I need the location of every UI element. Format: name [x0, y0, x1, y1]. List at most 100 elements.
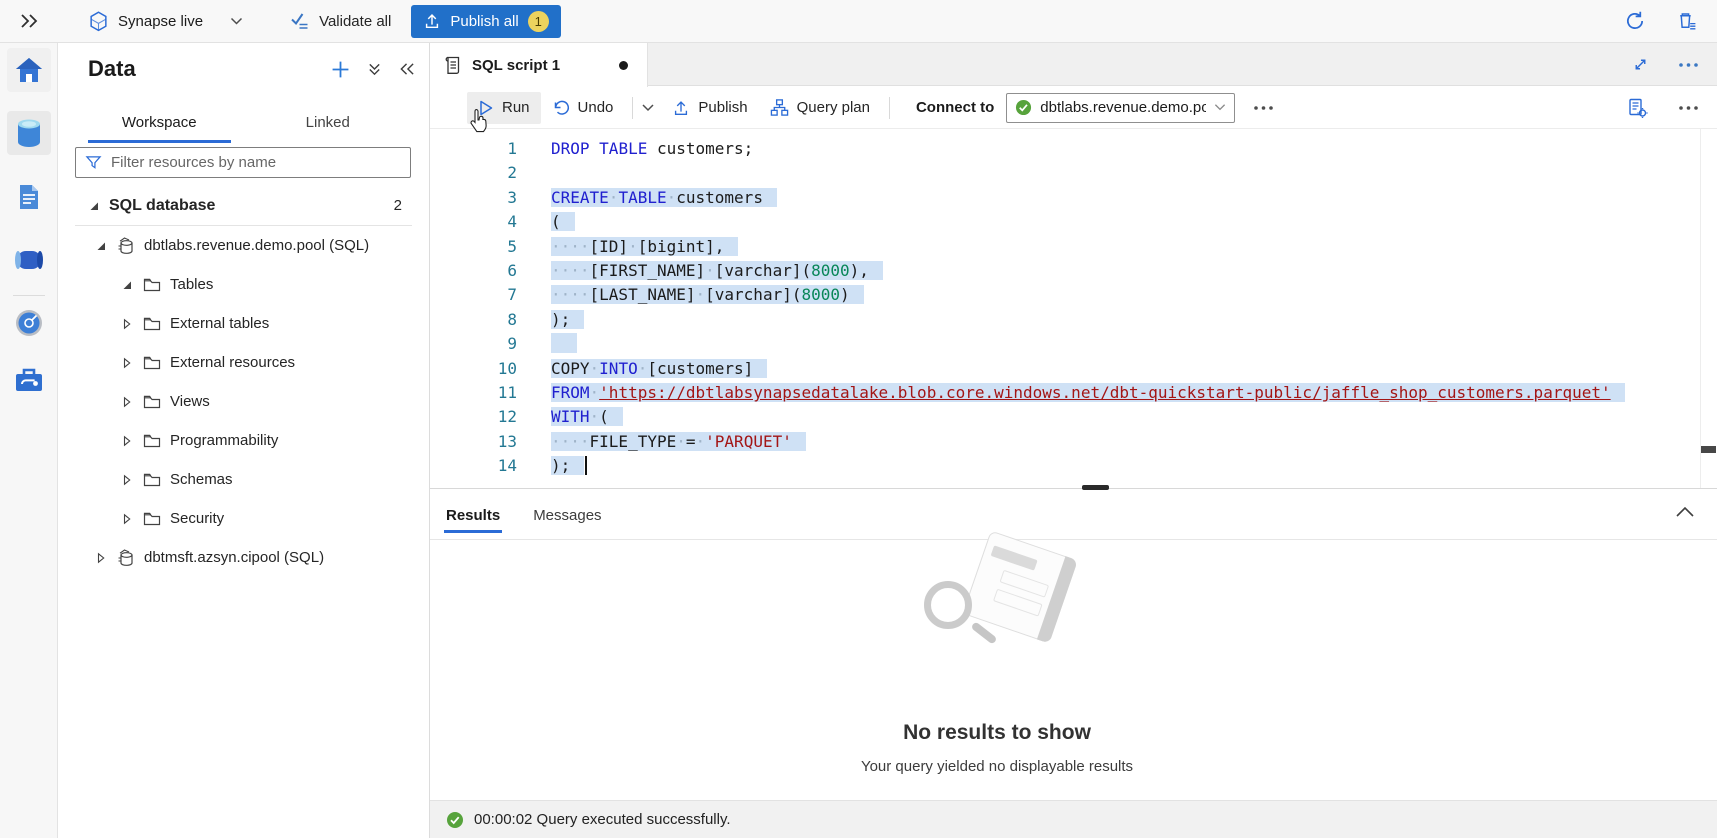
tab-more-actions-icon[interactable]: [1678, 62, 1699, 68]
nav-monitor[interactable]: [7, 301, 51, 345]
tree-item-views[interactable]: Views: [58, 382, 429, 421]
line-number[interactable]: 1: [430, 137, 517, 161]
selection-highlight: ····[LAST_NAME]·[varchar](8000): [551, 285, 864, 304]
nav-develop[interactable]: [7, 175, 51, 219]
chevron-expanded-icon[interactable]: [95, 240, 107, 252]
code-line[interactable]: WITH·(: [551, 405, 1700, 429]
code-line[interactable]: ····[FIRST_NAME]·[varchar](8000),: [551, 259, 1700, 283]
tree-item-label: Schemas: [170, 471, 233, 488]
chevron-collapsed-icon[interactable]: [121, 513, 133, 525]
tree-item-tables[interactable]: Tables: [58, 265, 429, 304]
expand-editor-icon[interactable]: [1632, 56, 1649, 73]
line-number[interactable]: 4: [430, 210, 517, 234]
splitter-grip[interactable]: [1082, 485, 1109, 490]
tab-results[interactable]: Results: [446, 491, 500, 539]
code-line[interactable]: );: [551, 308, 1700, 332]
editor-more-actions-icon[interactable]: [1678, 105, 1699, 111]
code-line[interactable]: ····FILE_TYPE·=·'PARQUET': [551, 430, 1700, 454]
publish-button[interactable]: Publish: [661, 92, 758, 124]
double-chevron-down-icon[interactable]: [367, 62, 382, 77]
code-line[interactable]: CREATE·TABLE·customers: [551, 186, 1700, 210]
line-number[interactable]: 14: [430, 454, 517, 478]
line-number[interactable]: 9: [430, 332, 517, 356]
code-line[interactable]: (: [551, 210, 1700, 234]
code-line[interactable]: );: [551, 454, 1700, 478]
tree-item-dbtlabs-revenue-demo-pool-sql[interactable]: dbtlabs.revenue.demo.pool (SQL): [58, 226, 429, 265]
code-line[interactable]: FROM·'https://dbtlabsynapsedatalake.blob…: [551, 381, 1700, 405]
tree-item-external-resources[interactable]: External resources: [58, 343, 429, 382]
nav-home[interactable]: [7, 48, 51, 92]
code-text-area[interactable]: DROP TABLE customers; CREATE·TABLE·custom…: [551, 129, 1700, 479]
code-line[interactable]: [551, 332, 1700, 356]
expand-rail-button[interactable]: [0, 13, 58, 29]
collapse-results-chevron[interactable]: [1675, 505, 1695, 518]
line-number[interactable]: 7: [430, 283, 517, 307]
tree-item-security[interactable]: Security: [58, 499, 429, 538]
tab-sql-script-1[interactable]: SQL script 1: [430, 43, 648, 87]
tab-label: SQL script 1: [472, 57, 560, 74]
publish-label: Publish: [698, 99, 747, 116]
code-token: ·: [676, 432, 686, 451]
code-line[interactable]: DROP TABLE customers;: [551, 137, 1700, 161]
line-number[interactable]: 13: [430, 430, 517, 454]
validate-all-label: Validate all: [319, 13, 391, 30]
line-number[interactable]: 8: [430, 308, 517, 332]
double-chevron-right-icon: [20, 13, 39, 29]
tree-item-sql-database[interactable]: SQL database2: [58, 186, 429, 225]
empty-state-title: No results to show: [597, 721, 1397, 745]
undo-button[interactable]: Undo: [541, 92, 625, 124]
tree-item-dbtmsft-azsyn-cipool-sql[interactable]: dbtmsft.azsyn.cipool (SQL): [58, 538, 429, 577]
chevron-collapsed-icon[interactable]: [121, 357, 133, 369]
line-number[interactable]: 12: [430, 405, 517, 429]
line-number[interactable]: 11: [430, 381, 517, 405]
nav-data[interactable]: [7, 111, 51, 155]
pool-selector-dropdown[interactable]: dbtlabs.revenue.demo.pool: [1006, 93, 1235, 123]
toolbar-more-icon[interactable]: [1253, 105, 1274, 111]
chevron-expanded-icon[interactable]: [88, 200, 100, 212]
chevron-collapsed-icon[interactable]: [121, 396, 133, 408]
run-button[interactable]: Run: [467, 92, 541, 124]
filter-resources-input[interactable]: [111, 154, 401, 171]
code-token: ····: [551, 285, 590, 304]
editor-scrollbar[interactable]: [1700, 129, 1717, 488]
chevron-collapsed-icon[interactable]: [95, 552, 107, 564]
folder-icon: [142, 392, 162, 412]
collapse-panel-icon[interactable]: [399, 62, 415, 76]
tree-item-label: External resources: [170, 354, 295, 371]
line-number[interactable]: 5: [430, 235, 517, 259]
refresh-icon[interactable]: [1624, 10, 1646, 32]
nav-integrate[interactable]: [7, 238, 51, 282]
more-run-options-chevron[interactable]: [641, 103, 655, 113]
code-line[interactable]: ····[ID]·[bigint],: [551, 235, 1700, 259]
tree-item-external-tables[interactable]: External tables: [58, 304, 429, 343]
chevron-collapsed-icon[interactable]: [121, 435, 133, 447]
undo-label: Undo: [578, 99, 614, 116]
chevron-collapsed-icon[interactable]: [121, 318, 133, 330]
chevron-expanded-icon[interactable]: [121, 279, 133, 291]
code-line[interactable]: COPY·INTO·[customers]: [551, 357, 1700, 381]
add-resource-button[interactable]: [331, 60, 350, 79]
tab-messages[interactable]: Messages: [533, 491, 601, 539]
mode-selector[interactable]: Synapse live: [88, 11, 243, 32]
line-number[interactable]: 10: [430, 357, 517, 381]
nav-manage[interactable]: [7, 358, 51, 402]
tab-linked[interactable]: Linked: [244, 101, 413, 143]
validate-all-button[interactable]: Validate all: [289, 12, 391, 31]
publish-all-button[interactable]: Publish all 1: [411, 5, 560, 38]
code-line[interactable]: ····[LAST_NAME]·[varchar](8000): [551, 283, 1700, 307]
tree-item-schemas[interactable]: Schemas: [58, 460, 429, 499]
tab-workspace[interactable]: Workspace: [75, 101, 244, 143]
scrollbar-thumb[interactable]: [1701, 446, 1716, 453]
code-editor[interactable]: 1234567891011121314 DROP TABLE customers…: [430, 129, 1717, 488]
properties-icon[interactable]: [1627, 97, 1648, 119]
query-plan-button[interactable]: Query plan: [759, 91, 881, 124]
line-number[interactable]: 3: [430, 186, 517, 210]
line-number[interactable]: 2: [430, 161, 517, 185]
line-number[interactable]: 6: [430, 259, 517, 283]
tree-item-programmability[interactable]: Programmability: [58, 421, 429, 460]
chevron-collapsed-icon[interactable]: [121, 474, 133, 486]
tabbar-right-actions: [1632, 43, 1699, 86]
code-line[interactable]: [551, 161, 1700, 185]
discard-trash-icon[interactable]: [1676, 10, 1697, 32]
mode-label: Synapse live: [118, 13, 203, 30]
